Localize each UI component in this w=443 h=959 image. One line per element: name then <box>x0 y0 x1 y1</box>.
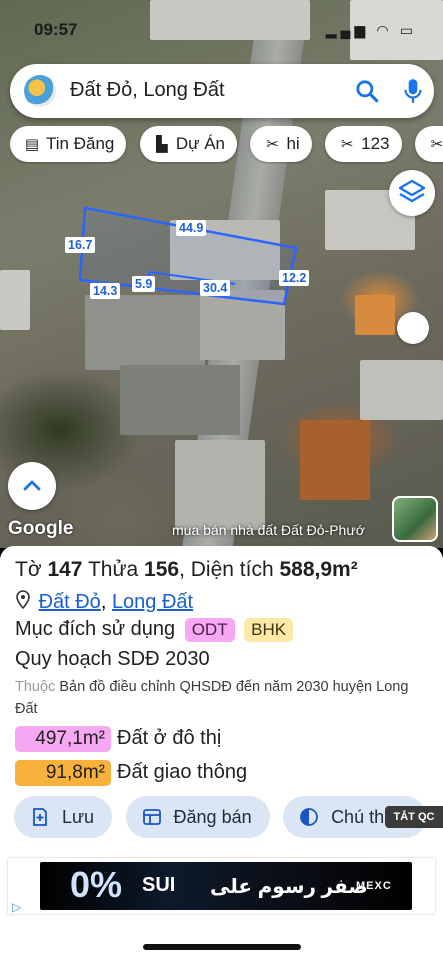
street-view-thumbnail[interactable] <box>392 496 438 542</box>
area-row-traffic: 91,8m² Đất giao thông <box>15 760 247 786</box>
location-separator: , <box>100 591 112 613</box>
status-icons: ▂▄▆ ◠ ▭ <box>326 22 417 39</box>
ad-coin-text: SUI <box>142 874 176 896</box>
chevron-up-icon <box>23 480 41 491</box>
expand-up-button[interactable] <box>8 462 56 510</box>
app-logo-icon <box>24 75 56 107</box>
sheet-number: 147 <box>47 558 83 581</box>
location-link-dat-do[interactable]: Đất Đỏ <box>39 591 101 613</box>
land-purpose-row: Mục đích sử dụng ODT BHK <box>15 618 294 642</box>
building-icon: ▙ <box>156 136 168 153</box>
chip-label: Tin Đăng <box>46 134 115 153</box>
dimension-label: 44.9 <box>176 220 207 236</box>
title-text: , Diện tích <box>179 558 280 581</box>
google-attribution: Google <box>8 518 74 539</box>
planning-heading: Quy hoạch SDĐ 2030 <box>15 648 210 670</box>
planning-note: Thuộc Bản đồ điều chỉnh QHSDĐ đến năm 20… <box>15 676 425 720</box>
ad-zero-text: 0% <box>70 864 123 905</box>
layers-button[interactable] <box>389 170 435 216</box>
action-label: Đăng bán <box>173 807 252 827</box>
ad-creative[interactable]: 0% SUI صفر رسوم على MEXC <box>40 862 412 910</box>
area-label: Đất ở đô thị <box>117 727 222 749</box>
ad-banner[interactable]: ▷ 0% SUI صفر رسوم على MEXC <box>8 858 435 914</box>
listing-icon <box>142 809 161 825</box>
close-ad-button[interactable]: TẮT QC <box>385 806 443 828</box>
bookmark-add-icon <box>33 808 47 826</box>
layers-icon <box>398 179 426 203</box>
chip-123[interactable]: ✂ 123 <box>325 126 402 162</box>
list-icon: ▤ <box>24 136 40 153</box>
ad-brand-logo: MEXC <box>356 880 392 892</box>
location-pin-icon <box>16 590 30 610</box>
status-bar: 09:57 ▂▄▆ ◠ ▭ <box>0 0 443 54</box>
tool-icon: ✂ <box>430 136 443 153</box>
location-link-long-dat[interactable]: Long Đất <box>112 591 193 613</box>
purpose-tag-bhk: BHK <box>244 618 294 642</box>
map-view[interactable]: 16.7 44.9 12.2 14.3 5.9 30.4 09:57 ▂▄▆ ◠… <box>0 0 443 548</box>
filter-chips: ▤ Tin Đăng ▙ Dự Án ✂ hi ✂ 123 ✂I <box>10 126 443 164</box>
search-icon[interactable] <box>354 78 380 104</box>
plot-number: 156 <box>144 558 180 581</box>
note-prefix: Thuộc <box>15 679 56 695</box>
parcel-info-sheet: Tờ 147 Thửa 156, Diện tích 588,9m² Đất Đ… <box>0 546 443 959</box>
signal-icon: ▂▄▆ <box>325 22 370 38</box>
ad-arabic-text: صفر رسوم على <box>210 876 368 898</box>
title-text: Thửa <box>82 558 145 581</box>
chip-label: hi <box>286 134 300 153</box>
parcel-title: Tờ 147 Thửa 156, Diện tích 588,9m² <box>15 558 358 582</box>
chip-label: Dự Án <box>175 134 225 153</box>
save-button[interactable]: Lưu <box>14 796 113 838</box>
title-text: Tờ <box>15 558 48 581</box>
search-bar[interactable]: Đất Đỏ, Long Đất <box>10 64 434 118</box>
purpose-label: Mục đích sử dụng <box>15 618 176 640</box>
parcel-area: 588,9m² <box>279 558 358 581</box>
area-row-residential: 497,1m² Đất ở đô thị <box>15 726 221 752</box>
area-value: 497,1m² <box>15 726 111 752</box>
chip-more[interactable]: ✂I <box>414 126 443 162</box>
parcel-location: Đất Đỏ, Long Đất <box>15 590 193 614</box>
post-listing-button[interactable]: Đăng bán <box>125 796 270 838</box>
battery-icon: ▭ <box>399 22 417 38</box>
action-label: Lưu <box>62 807 95 827</box>
home-indicator <box>143 944 301 950</box>
wifi-icon: ◠ <box>377 22 392 38</box>
mic-icon[interactable] <box>400 77 426 105</box>
status-time: 09:57 <box>34 20 78 39</box>
chip-label: 123 <box>361 134 390 153</box>
chip-hi[interactable]: ✂ hi <box>250 126 312 162</box>
note-text: Bản đồ điều chỉnh QHSDĐ đến năm 2030 huy… <box>15 679 409 717</box>
map-caption: mua bán nhà đất Đất Đỏ-Phướ <box>172 522 365 538</box>
dimension-label: 30.4 <box>200 280 231 296</box>
area-value: 91,8m² <box>15 760 111 786</box>
dimension-label: 16.7 <box>65 237 96 253</box>
contrast-icon <box>300 808 318 826</box>
purpose-tag-odt: ODT <box>184 618 235 642</box>
search-input[interactable]: Đất Đỏ, Long Đất <box>70 79 225 102</box>
chip-du-an[interactable]: ▙ Dự Án <box>139 126 237 162</box>
tool-icon: ✂ <box>266 136 279 153</box>
chip-tin-dang[interactable]: ▤ Tin Đăng <box>10 126 127 162</box>
dimension-label: 12.2 <box>279 270 310 286</box>
dimension-label: 14.3 <box>90 283 121 299</box>
tool-icon: ✂ <box>340 136 354 153</box>
area-label: Đất giao thông <box>117 761 248 783</box>
action-buttons: Lưu Đăng bán Chú thích <box>14 796 443 838</box>
adchoices-icon[interactable]: ▷ <box>12 900 28 914</box>
map-pin-marker[interactable] <box>397 312 429 344</box>
dimension-label: 5.9 <box>132 276 156 292</box>
